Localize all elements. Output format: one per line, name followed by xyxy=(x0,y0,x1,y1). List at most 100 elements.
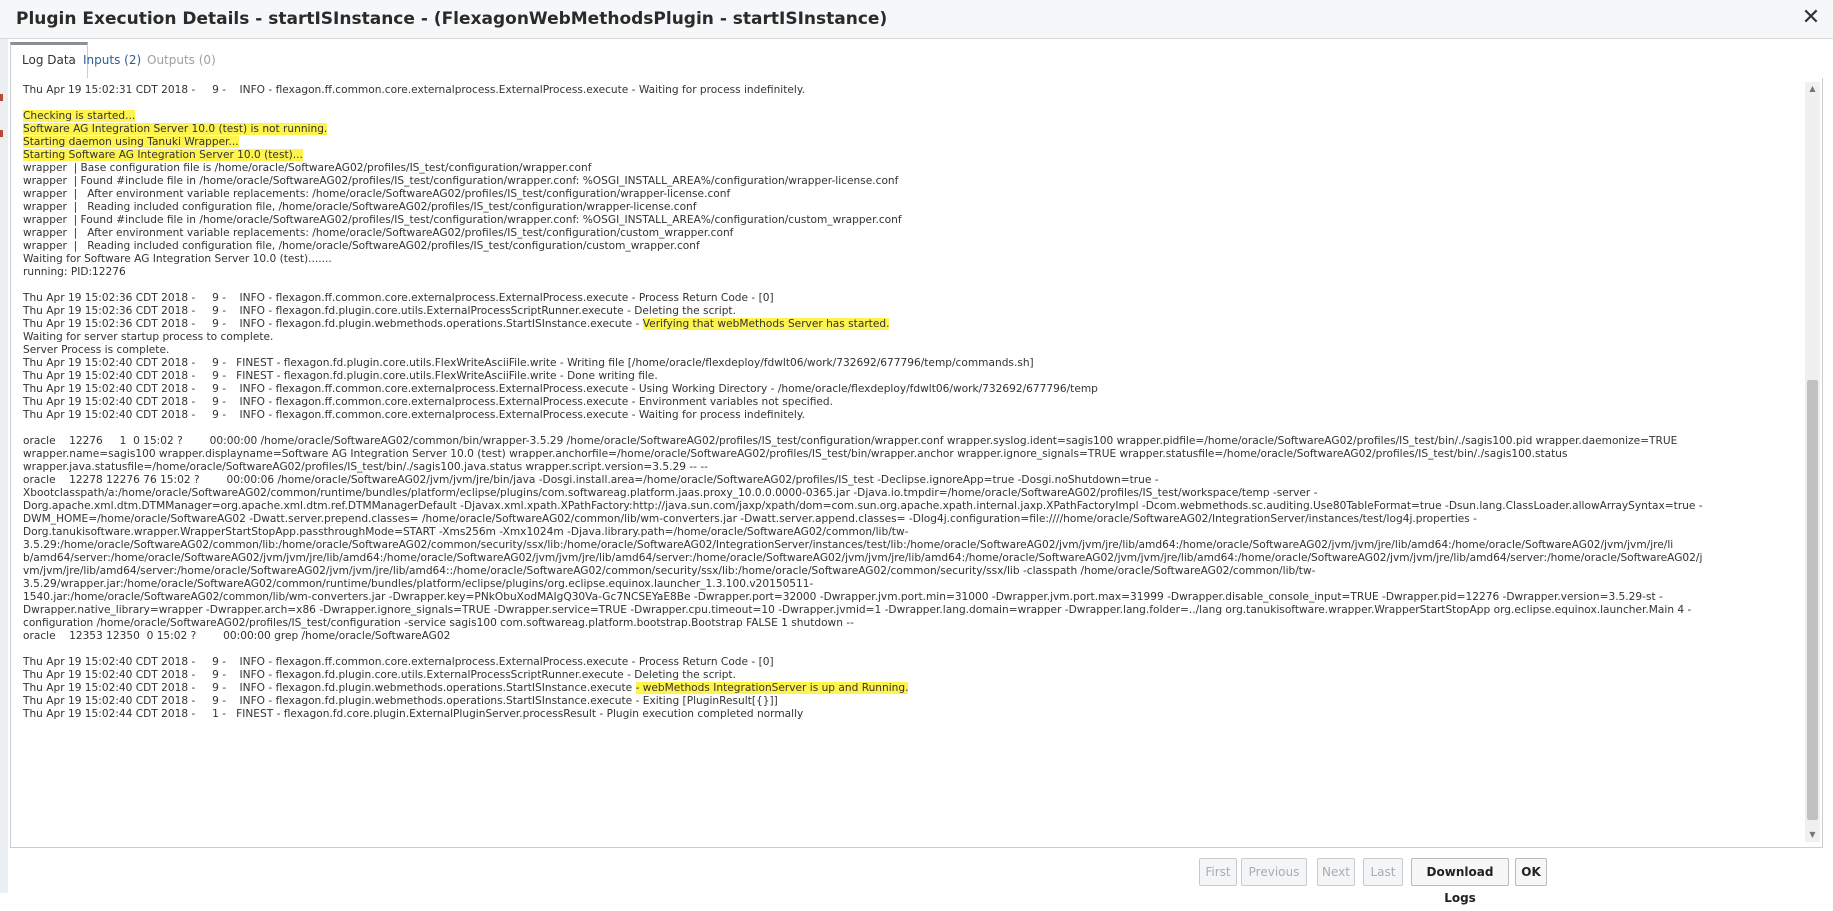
log-text: Thu Apr 19 15:02:40 CDT 2018 - 9 - INFO … xyxy=(23,695,778,707)
log-line: Waiting for Software AG Integration Serv… xyxy=(23,253,1793,266)
log-line: wrapper.name=sagis100 wrapper.displaynam… xyxy=(23,448,1793,461)
log-text: running: PID:12276 xyxy=(23,266,126,278)
log-line: running: PID:12276 xyxy=(23,266,1793,279)
log-text: Thu Apr 19 15:02:40 CDT 2018 - 9 - INFO … xyxy=(23,409,805,421)
dialog-footer: First Previous Next Last Download Logs O… xyxy=(0,850,1833,905)
log-line: Thu Apr 19 15:02:40 CDT 2018 - 9 - FINES… xyxy=(23,357,1793,370)
log-text: 3.5.29/wrapper.jar:/home/oracle/Software… xyxy=(23,578,814,590)
log-text: wrapper | Reading included configuration… xyxy=(23,240,700,252)
log-text: Thu Apr 19 15:02:40 CDT 2018 - 9 - INFO … xyxy=(23,396,834,408)
dialog-title: Plugin Execution Details - startISInstan… xyxy=(16,9,888,29)
log-line: Thu Apr 19 15:02:31 CDT 2018 - 9 - INFO … xyxy=(23,84,1793,97)
scroll-up-arrow-icon[interactable]: ▲ xyxy=(1805,82,1820,96)
log-text: oracle 12278 12276 76 15:02 ? 00:00:06 /… xyxy=(23,474,1159,486)
log-text: Waiting for server startup process to co… xyxy=(23,331,274,343)
background-marker xyxy=(0,94,3,101)
log-line: Thu Apr 19 15:02:40 CDT 2018 - 9 - INFO … xyxy=(23,682,1793,695)
log-text: Dorg.apache.xml.dtm.DTMManager=org.apach… xyxy=(23,500,1703,512)
log-text: Thu Apr 19 15:02:36 CDT 2018 - 9 - INFO … xyxy=(23,292,774,304)
log-text: Xbootclasspath/a:/home/oracle/SoftwareAG… xyxy=(23,487,1318,499)
log-text: 1540.jar:/home/oracle/SoftwareAG02/commo… xyxy=(23,591,1663,603)
log-line: oracle 12353 12350 0 15:02 ? 00:00:00 gr… xyxy=(23,630,1793,643)
log-text: Thu Apr 19 15:02:40 CDT 2018 - 9 - FINES… xyxy=(23,357,1034,369)
log-text: wrapper | Base configuration file is /ho… xyxy=(23,162,592,174)
log-line: 3.5.29:/home/oracle/SoftwareAG02/common/… xyxy=(23,539,1793,552)
tab-bar: Log Data Inputs (2) Outputs (0) xyxy=(10,42,1823,79)
log-line: wrapper | After environment variable rep… xyxy=(23,188,1793,201)
log-line: wrapper | Reading included configuration… xyxy=(23,240,1793,253)
log-text: Dorg.tanukisoftware.wrapper.WrapperStart… xyxy=(23,526,909,538)
log-line: b/amd64/server:/home/oracle/SoftwareAG02… xyxy=(23,552,1793,565)
log-line: Thu Apr 19 15:02:40 CDT 2018 - 9 - INFO … xyxy=(23,409,1793,422)
ok-button[interactable]: OK xyxy=(1515,858,1547,886)
log-text: oracle 12276 1 0 15:02 ? 00:00:00 /home/… xyxy=(23,435,1678,447)
log-line: oracle 12276 1 0 15:02 ? 00:00:00 /home/… xyxy=(23,435,1793,448)
log-text: DWM_HOME=/home/oracle/SoftwareAG02 -Dwat… xyxy=(23,513,1477,525)
next-button[interactable]: Next xyxy=(1317,858,1355,886)
log-text: Thu Apr 19 15:02:40 CDT 2018 - 9 - INFO … xyxy=(23,682,636,694)
dialog-titlebar: Plugin Execution Details - startISInstan… xyxy=(0,0,1833,39)
log-line: Dwrapper.native_library=wrapper -Dwrappe… xyxy=(23,604,1793,617)
background-marker xyxy=(0,130,3,137)
log-text: oracle 12353 12350 0 15:02 ? 00:00:00 gr… xyxy=(23,630,451,642)
log-line: DWM_HOME=/home/oracle/SoftwareAG02 -Dwat… xyxy=(23,513,1793,526)
plugin-execution-dialog: Plugin Execution Details - startISInstan… xyxy=(0,0,1833,905)
log-text: wrapper | After environment variable rep… xyxy=(23,227,734,239)
log-line: Starting daemon using Tanuki Wrapper... xyxy=(23,136,1793,149)
log-text: Thu Apr 19 15:02:40 CDT 2018 - 9 - INFO … xyxy=(23,383,1098,395)
log-line: vm/jvm/jre/lib/amd64/server:/home/oracle… xyxy=(23,565,1793,578)
log-highlighted-text: - webMethods IntegrationServer is up and… xyxy=(635,682,909,694)
log-text: Thu Apr 19 15:02:40 CDT 2018 - 9 - INFO … xyxy=(23,656,774,668)
log-text: Thu Apr 19 15:02:36 CDT 2018 - 9 - INFO … xyxy=(23,318,643,330)
log-text: wrapper.name=sagis100 wrapper.displaynam… xyxy=(23,448,1568,460)
log-highlighted-text: Starting Software AG Integration Server … xyxy=(23,149,303,161)
log-line: Thu Apr 19 15:02:40 CDT 2018 - 9 - FINES… xyxy=(23,370,1793,383)
background-page-edge xyxy=(0,36,8,893)
log-text: Dwrapper.native_library=wrapper -Dwrappe… xyxy=(23,604,1692,616)
log-highlighted-text: Checking is started... xyxy=(23,110,136,122)
scroll-thumb[interactable] xyxy=(1807,380,1818,820)
log-line: Starting Software AG Integration Server … xyxy=(23,149,1793,162)
log-line: Thu Apr 19 15:02:36 CDT 2018 - 9 - INFO … xyxy=(23,292,1793,305)
last-button[interactable]: Last xyxy=(1363,858,1403,886)
log-line: wrapper | After environment variable rep… xyxy=(23,227,1793,240)
log-line: wrapper | Found #include file in /home/o… xyxy=(23,214,1793,227)
log-line: Thu Apr 19 15:02:40 CDT 2018 - 9 - INFO … xyxy=(23,383,1793,396)
log-highlighted-text: Starting daemon using Tanuki Wrapper... xyxy=(23,136,239,148)
first-button[interactable]: First xyxy=(1199,858,1237,886)
log-line: Thu Apr 19 15:02:36 CDT 2018 - 9 - INFO … xyxy=(23,305,1793,318)
log-text: vm/jvm/jre/lib/amd64/server:/home/oracle… xyxy=(23,565,1316,577)
log-text: wrapper | Reading included configuration… xyxy=(23,201,697,213)
log-text: Thu Apr 19 15:02:40 CDT 2018 - 9 - INFO … xyxy=(23,669,736,681)
log-text: Thu Apr 19 15:02:44 CDT 2018 - 1 - FINES… xyxy=(23,708,804,720)
log-panel: Thu Apr 19 15:02:31 CDT 2018 - 9 - INFO … xyxy=(10,78,1823,848)
log-line: Checking is started... xyxy=(23,110,1793,123)
log-line: oracle 12278 12276 76 15:02 ? 00:00:06 /… xyxy=(23,474,1793,487)
log-line: Software AG Integration Server 10.0 (tes… xyxy=(23,123,1793,136)
log-text-area: Thu Apr 19 15:02:31 CDT 2018 - 9 - INFO … xyxy=(23,84,1793,844)
log-text: b/amd64/server:/home/oracle/SoftwareAG02… xyxy=(23,552,1703,564)
log-text: Waiting for Software AG Integration Serv… xyxy=(23,253,332,265)
close-icon[interactable]: ✕ xyxy=(1799,6,1823,30)
log-line: 3.5.29/wrapper.jar:/home/oracle/Software… xyxy=(23,578,1793,591)
log-text: wrapper.java.statusfile=/home/oracle/Sof… xyxy=(23,461,709,473)
log-line: Dorg.apache.xml.dtm.DTMManager=org.apach… xyxy=(23,500,1793,513)
tab-outputs[interactable]: Outputs (0) xyxy=(136,42,227,78)
log-highlighted-text: Software AG Integration Server 10.0 (tes… xyxy=(23,123,328,135)
log-line: wrapper | Base configuration file is /ho… xyxy=(23,162,1793,175)
log-text: wrapper | After environment variable rep… xyxy=(23,188,731,200)
log-text: 3.5.29:/home/oracle/SoftwareAG02/common/… xyxy=(23,539,1674,551)
log-line: 1540.jar:/home/oracle/SoftwareAG02/commo… xyxy=(23,591,1793,604)
previous-button[interactable]: Previous xyxy=(1241,858,1307,886)
log-line: wrapper.java.statusfile=/home/oracle/Sof… xyxy=(23,461,1793,474)
log-line: Xbootclasspath/a:/home/oracle/SoftwareAG… xyxy=(23,487,1793,500)
log-text: Thu Apr 19 15:02:31 CDT 2018 - 9 - INFO … xyxy=(23,84,805,96)
log-line: Thu Apr 19 15:02:40 CDT 2018 - 9 - INFO … xyxy=(23,669,1793,682)
log-scrollbar[interactable]: ▲ ▼ xyxy=(1805,82,1820,842)
scroll-down-arrow-icon[interactable]: ▼ xyxy=(1805,828,1820,842)
download-logs-button[interactable]: Download Logs xyxy=(1411,858,1509,905)
log-highlighted-text: Verifying that webMethods Server has sta… xyxy=(642,318,890,330)
